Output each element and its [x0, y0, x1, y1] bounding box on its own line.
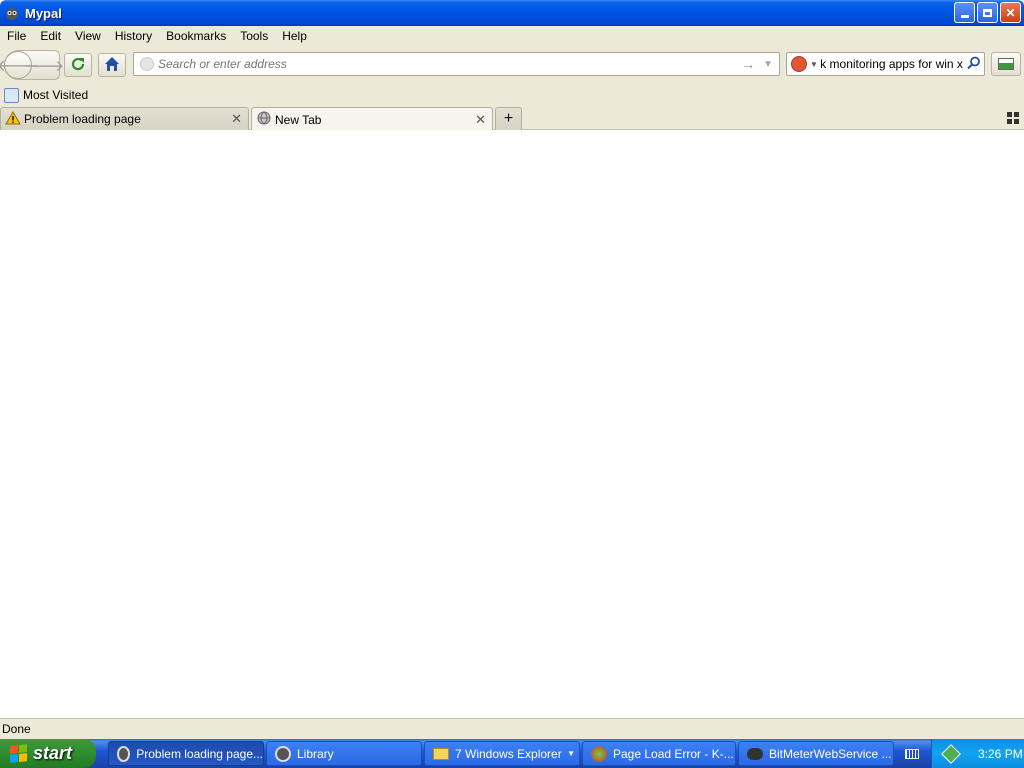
dropdown-icon[interactable]: ▼ — [763, 59, 773, 70]
minimize-icon — [960, 15, 969, 18]
restore-icon — [983, 8, 992, 17]
reload-button[interactable] — [64, 53, 92, 77]
grid-icon — [1007, 112, 1012, 117]
mypal-icon — [4, 5, 20, 21]
plus-icon: + — [503, 110, 514, 127]
list-all-tabs-button[interactable] — [1007, 112, 1019, 124]
tab-new-tab[interactable]: New Tab ✕ — [251, 107, 493, 131]
navigation-toolbar: 🡐 🡒 → ▼ ▼ — [0, 46, 1024, 84]
new-tab-button[interactable]: + — [495, 107, 522, 130]
addon-icon — [998, 58, 1014, 70]
task-label: BitMeterWebService ... — [769, 746, 892, 761]
arrow-right-icon: 🡒 — [23, 57, 65, 75]
search-bar[interactable]: ▼ — [786, 52, 985, 76]
mypal-icon — [275, 745, 291, 762]
start-label: start — [33, 743, 73, 763]
most-visited-icon — [4, 87, 19, 103]
tab-problem-loading[interactable]: Problem loading page ✕ — [0, 107, 249, 130]
reload-icon — [70, 56, 86, 75]
task-page-load-error[interactable]: Page Load Error - K-... — [582, 741, 736, 766]
address-input[interactable] — [158, 57, 742, 71]
globe-icon — [257, 111, 271, 128]
task-problem-loading[interactable]: Problem loading page... — [108, 741, 264, 766]
search-input[interactable] — [820, 57, 963, 71]
menu-file[interactable]: File — [0, 29, 33, 43]
app-icon — [747, 747, 763, 760]
go-arrow-icon[interactable]: → — [741, 56, 755, 72]
bookmarks-toolbar: Most Visited — [0, 84, 1024, 106]
home-button[interactable] — [98, 53, 126, 77]
keyboard-icon — [905, 748, 919, 759]
search-icon[interactable] — [967, 56, 981, 73]
tab-label: New Tab — [275, 112, 322, 127]
tab-label: Problem loading page — [24, 112, 141, 126]
window-title: Mypal — [25, 5, 62, 21]
keyboard-tray-button[interactable] — [898, 743, 926, 764]
page-content[interactable] — [0, 130, 1024, 718]
home-icon — [104, 56, 120, 75]
addon-button[interactable] — [991, 52, 1021, 76]
forward-button[interactable]: 🡒 — [24, 56, 64, 75]
folder-icon — [433, 747, 449, 760]
task-bitmeter[interactable]: BitMeterWebService ... — [738, 741, 894, 766]
address-bar[interactable]: → ▼ — [133, 52, 780, 76]
group-arrow-icon: ▼ — [567, 749, 575, 758]
engine-dropdown-icon[interactable]: ▼ — [810, 60, 818, 69]
menu-history[interactable]: History — [108, 29, 159, 43]
menu-tools[interactable]: Tools — [233, 29, 275, 43]
taskbar: start Problem loading page... Library 7 … — [0, 739, 1024, 768]
bookmark-most-visited[interactable]: Most Visited — [23, 88, 88, 102]
mypal-icon — [117, 745, 131, 762]
start-button[interactable]: start — [0, 739, 96, 768]
status-bar: Done — [0, 718, 1024, 739]
close-tab-icon[interactable]: ✕ — [475, 112, 486, 128]
menu-help[interactable]: Help — [275, 29, 314, 43]
minimize-button[interactable] — [954, 2, 975, 23]
close-button[interactable]: ✕ — [1000, 2, 1021, 23]
network-icon[interactable] — [941, 743, 961, 764]
duckduckgo-icon[interactable] — [791, 56, 807, 72]
menu-bookmarks[interactable]: Bookmarks — [159, 29, 233, 43]
task-label: Page Load Error - K-... — [613, 746, 734, 761]
menu-edit[interactable]: Edit — [33, 29, 68, 43]
task-label: 7 Windows Explorer — [455, 746, 562, 761]
status-text: Done — [2, 722, 31, 736]
close-tab-icon[interactable]: ✕ — [231, 111, 242, 127]
task-library[interactable]: Library — [266, 741, 422, 766]
system-tray: 3:26 PM — [931, 739, 1024, 768]
tab-strip: Problem loading page ✕ New Tab ✕ + — [0, 106, 1024, 131]
menu-view[interactable]: View — [68, 29, 108, 43]
menu-bar: File Edit View History Bookmarks Tools H… — [0, 26, 1024, 46]
warning-icon — [5, 110, 21, 128]
task-label: Library — [297, 746, 334, 761]
close-icon: ✕ — [1005, 5, 1016, 20]
site-identity-icon — [140, 57, 154, 71]
windows-logo-icon — [10, 744, 27, 763]
back-forward-group: 🡐 🡒 — [0, 50, 64, 80]
title-bar: Mypal ✕ — [0, 0, 1024, 26]
task-label: Problem loading page... — [136, 746, 263, 761]
clock[interactable]: 3:26 PM — [978, 747, 1023, 761]
restore-button[interactable] — [977, 2, 998, 23]
kmeleon-icon — [591, 745, 607, 762]
task-windows-explorer[interactable]: 7 Windows Explorer ▼ — [424, 741, 580, 766]
